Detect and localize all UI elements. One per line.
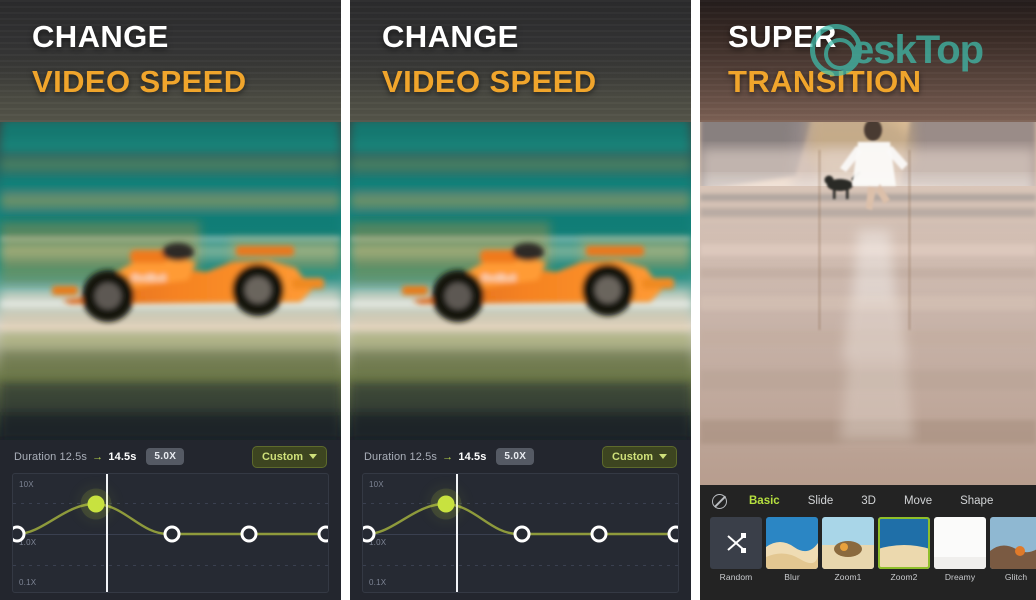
transition-label: Zoom2 — [890, 572, 918, 582]
headline-block-3: SUPER TRANSITION — [700, 0, 1036, 122]
headline-secondary: VIDEO SPEED — [382, 64, 597, 100]
transition-item-random[interactable]: Random — [710, 517, 762, 582]
curve-node[interactable] — [163, 525, 181, 543]
headline-primary: CHANGE — [382, 19, 519, 54]
transition-item-dreamy[interactable]: Dreamy — [934, 517, 986, 582]
panel-change-video-speed-2: RedBull CHANGE VIDEO SPEED Duration 12.5… — [350, 0, 691, 600]
headline-block-1: CHANGE VIDEO SPEED — [0, 0, 341, 122]
duration-to: 14.5s — [458, 450, 487, 463]
transition-thumb[interactable] — [822, 517, 874, 569]
duration-arrow-icon: → — [442, 450, 454, 463]
chevron-down-icon — [659, 454, 667, 459]
editor-toolbar: Duration 12.5s → 14.5s 5.0X Custom — [350, 440, 691, 473]
transition-label: Glitch — [1004, 572, 1028, 582]
transition-label: Random — [719, 572, 753, 582]
transition-label: Blur — [784, 572, 800, 582]
headline-secondary: TRANSITION — [728, 64, 922, 100]
duration-readout: Duration 12.5s → 14.5s — [14, 451, 136, 463]
transition-thumbnails: Random Blur Zoom1 Zoom2 Dreamy Glitch — [700, 513, 1036, 582]
preset-dropdown[interactable]: Custom — [252, 445, 327, 468]
headline-secondary: VIDEO SPEED — [32, 64, 247, 100]
speed-curve-editor-2: Duration 12.5s → 14.5s 5.0X Custom 10X 1… — [350, 440, 691, 600]
shuffle-icon — [727, 533, 746, 553]
thumb-art — [822, 517, 874, 569]
svg-text:RedBull: RedBull — [132, 273, 166, 283]
preset-label: Custom — [612, 450, 653, 463]
transition-item-zoom2[interactable]: Zoom2 — [878, 517, 930, 582]
speed-badge: 5.0X — [146, 448, 185, 465]
panel-super-transition: SUPER TRANSITION Basic Slide 3D Move Sha… — [700, 0, 1036, 600]
editor-toolbar: Duration 12.5s → 14.5s 5.0X Custom — [0, 440, 341, 473]
headline-primary: CHANGE — [32, 19, 169, 54]
chevron-down-icon — [309, 454, 317, 459]
transition-thumb[interactable] — [990, 517, 1036, 569]
duration-from: 12.5s — [59, 450, 87, 463]
panel-change-video-speed-1: RedBull CHANGE VIDEO SPEED Duration 12.5… — [0, 0, 341, 600]
curve-node[interactable] — [513, 525, 531, 543]
speed-curve-graph[interactable]: 10X 1.0X 0.1X — [362, 473, 679, 593]
transition-label: Dreamy — [944, 572, 976, 582]
transition-tabs: Basic Slide 3D Move Shape — [700, 485, 1036, 513]
duration-label: Duration — [14, 450, 57, 463]
playhead[interactable] — [106, 474, 108, 592]
duration-to: 14.5s — [108, 450, 137, 463]
headline-primary: SUPER — [728, 19, 837, 54]
transition-thumb-selected[interactable] — [878, 517, 930, 569]
app-screenshot-gallery: RedBull CHANGE VIDEO SPEED Duration 12.5… — [0, 0, 1036, 600]
active-curve-handle[interactable] — [87, 495, 105, 513]
duration-readout: Duration 12.5s → 14.5s — [364, 451, 486, 463]
tab-shape[interactable]: Shape — [946, 495, 1007, 507]
duration-label: Duration — [364, 450, 407, 463]
thumb-art — [766, 517, 818, 569]
transition-item-blur[interactable]: Blur — [766, 517, 818, 582]
transition-item-zoom1[interactable]: Zoom1 — [822, 517, 874, 582]
duration-from: 12.5s — [409, 450, 437, 463]
transition-picker: Basic Slide 3D Move Shape Random Blur Zo… — [700, 485, 1036, 600]
thumb-art — [990, 517, 1036, 569]
tab-slide[interactable]: Slide — [794, 495, 848, 507]
speed-curve-graph[interactable]: 10X 1.0X 0.1X — [12, 473, 329, 593]
transition-thumb[interactable] — [766, 517, 818, 569]
curve-node[interactable] — [317, 525, 328, 543]
thumb-art — [934, 517, 986, 569]
tab-3d[interactable]: 3D — [847, 495, 890, 507]
preset-label: Custom — [262, 450, 303, 463]
headline-block-2: CHANGE VIDEO SPEED — [350, 0, 691, 122]
curve-node[interactable] — [667, 525, 678, 543]
transition-item-glitch[interactable]: Glitch — [990, 517, 1036, 582]
transition-label: Zoom1 — [834, 572, 862, 582]
active-curve-handle[interactable] — [437, 495, 455, 513]
tab-move[interactable]: Move — [890, 495, 946, 507]
speed-badge: 5.0X — [496, 448, 535, 465]
no-transition-icon[interactable] — [712, 493, 727, 509]
thumb-art — [878, 517, 930, 569]
preset-dropdown[interactable]: Custom — [602, 445, 677, 468]
duration-arrow-icon: → — [92, 450, 104, 463]
transition-thumb[interactable] — [934, 517, 986, 569]
transition-thumb[interactable] — [710, 517, 762, 569]
svg-text:RedBull: RedBull — [482, 273, 516, 283]
tab-basic[interactable]: Basic — [735, 495, 794, 507]
curve-node[interactable] — [240, 525, 258, 543]
speed-curve-editor-1: Duration 12.5s → 14.5s 5.0X Custom 10X 1… — [0, 440, 341, 600]
curve-node[interactable] — [590, 525, 608, 543]
playhead[interactable] — [456, 474, 458, 592]
